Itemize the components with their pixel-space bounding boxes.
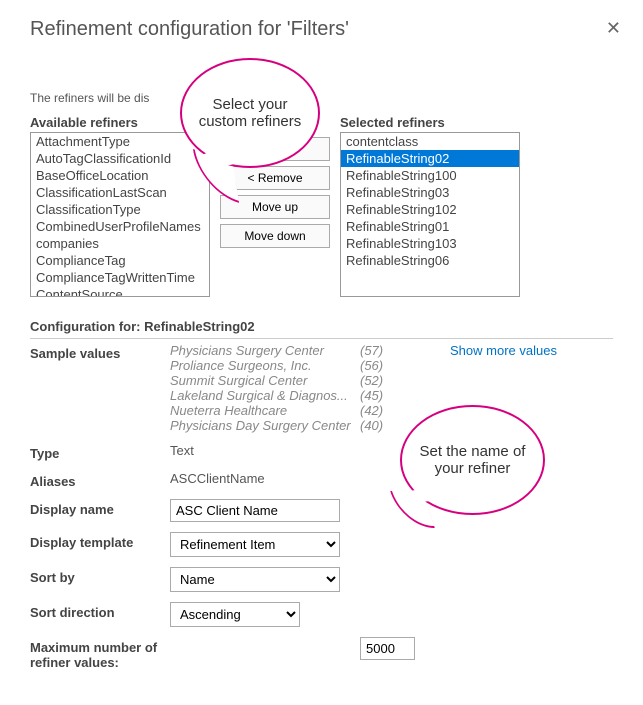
sample-value-count: (52) bbox=[360, 373, 390, 388]
display-template-row: Display template Refinement Item bbox=[30, 532, 613, 557]
sample-value-name: Lakeland Surgical & Diagnos... bbox=[170, 388, 350, 403]
available-refiner-option[interactable]: ComplianceTag bbox=[31, 252, 209, 269]
available-refiner-option[interactable]: CombinedUserProfileNames bbox=[31, 218, 209, 235]
display-template-select[interactable]: Refinement Item bbox=[170, 532, 340, 557]
available-refiner-option[interactable]: ClassificationLastScan bbox=[31, 184, 209, 201]
selected-refiners-label: Selected refiners bbox=[340, 115, 520, 130]
configuration-heading: Configuration for: RefinableString02 bbox=[30, 319, 613, 334]
available-refiner-option[interactable]: BaseOfficeLocation bbox=[31, 167, 209, 184]
type-value: Text bbox=[170, 443, 613, 458]
configuration-body: Sample values Physicians Surgery Center (… bbox=[30, 338, 613, 670]
sample-value-row: Nueterra Healthcare (42) bbox=[170, 403, 390, 418]
sort-direction-select[interactable]: Ascending bbox=[170, 602, 300, 627]
display-name-input[interactable] bbox=[170, 499, 340, 522]
sample-value-name: Physicians Day Surgery Center bbox=[170, 418, 350, 433]
sort-direction-row: Sort direction Ascending bbox=[30, 602, 613, 627]
selected-refiners-column: Selected refiners contentclassRefinableS… bbox=[340, 115, 520, 297]
display-template-label: Display template bbox=[30, 532, 170, 550]
selected-refiner-option[interactable]: contentclass bbox=[341, 133, 519, 150]
sample-value-row: Physicians Surgery Center (57) bbox=[170, 343, 390, 358]
sample-value-row: Physicians Day Surgery Center (40) bbox=[170, 418, 390, 433]
move-down-button[interactable]: Move down bbox=[220, 224, 330, 248]
available-refiner-option[interactable]: AttachmentType bbox=[31, 133, 209, 150]
display-name-row: Display name bbox=[30, 499, 613, 522]
selected-refiner-option[interactable]: RefinableString103 bbox=[341, 235, 519, 252]
max-refiner-values-input[interactable] bbox=[360, 637, 415, 660]
sample-values-content: Physicians Surgery Center(57)Proliance S… bbox=[170, 343, 613, 433]
selected-refiner-option[interactable]: RefinableString01 bbox=[341, 218, 519, 235]
sample-value-name: Physicians Surgery Center bbox=[170, 343, 350, 358]
config-heading-value: RefinableString02 bbox=[144, 319, 255, 334]
config-heading-prefix: Configuration for: bbox=[30, 319, 140, 334]
annotation-callout-select-refiners: Select your custom refiners bbox=[180, 58, 320, 168]
selected-refiners-listbox[interactable]: contentclassRefinableString02RefinableSt… bbox=[340, 132, 520, 297]
sample-value-count: (40) bbox=[360, 418, 390, 433]
sample-value-count: (57) bbox=[360, 343, 390, 358]
sample-value-count: (56) bbox=[360, 358, 390, 373]
available-refiners-column: Available refiners AttachmentTypeAutoTag… bbox=[30, 115, 210, 297]
sample-value-row: Lakeland Surgical & Diagnos... (45) bbox=[170, 388, 390, 403]
sample-value-row: Proliance Surgeons, Inc. (56) bbox=[170, 358, 390, 373]
sample-value-name: Proliance Surgeons, Inc. bbox=[170, 358, 350, 373]
sample-values-label: Sample values bbox=[30, 343, 170, 361]
selected-refiner-option[interactable]: RefinableString02 bbox=[341, 150, 519, 167]
sample-value-name: Summit Surgical Center bbox=[170, 373, 350, 388]
sample-value-count: (45) bbox=[360, 388, 390, 403]
selected-refiner-option[interactable]: RefinableString102 bbox=[341, 201, 519, 218]
selected-refiner-option[interactable]: RefinableString100 bbox=[341, 167, 519, 184]
max-refiner-values-label: Maximum number of refiner values: bbox=[30, 637, 210, 670]
display-name-label: Display name bbox=[30, 499, 170, 517]
available-refiner-option[interactable]: ClassificationType bbox=[31, 201, 209, 218]
sort-by-row: Sort by Name bbox=[30, 567, 613, 592]
aliases-label: Aliases bbox=[30, 471, 170, 489]
available-refiner-option[interactable]: companies bbox=[31, 235, 209, 252]
selected-refiner-option[interactable]: RefinableString06 bbox=[341, 252, 519, 269]
sample-values-table: Physicians Surgery Center(57)Proliance S… bbox=[170, 343, 390, 433]
available-refiner-option[interactable]: ContentSource bbox=[31, 286, 209, 297]
available-refiner-option[interactable]: ComplianceTagWrittenTime bbox=[31, 269, 209, 286]
available-refiner-option[interactable]: AutoTagClassificationId bbox=[31, 150, 209, 167]
sample-value-row: Summit Surgical Center (52) bbox=[170, 373, 390, 388]
annotation-tail-cover-2 bbox=[400, 490, 438, 502]
sort-by-select[interactable]: Name bbox=[170, 567, 340, 592]
sample-values-row: Sample values Physicians Surgery Center (… bbox=[30, 343, 613, 433]
sample-value-count: (42) bbox=[360, 403, 390, 418]
selected-refiner-option[interactable]: RefinableString03 bbox=[341, 184, 519, 201]
intro-text: The refiners will be dis bbox=[30, 91, 613, 105]
type-label: Type bbox=[30, 443, 170, 461]
sort-direction-label: Sort direction bbox=[30, 602, 170, 620]
aliases-value: ASCClientName bbox=[170, 471, 613, 486]
sample-value-name: Nueterra Healthcare bbox=[170, 403, 350, 418]
close-icon[interactable]: ✕ bbox=[606, 18, 621, 39]
dialog-title: Refinement configuration for 'Filters' bbox=[30, 18, 613, 41]
refiner-pickers: Available refiners AttachmentTypeAutoTag… bbox=[30, 115, 613, 297]
sort-by-label: Sort by bbox=[30, 567, 170, 585]
max-refiner-values-row: Maximum number of refiner values: bbox=[30, 637, 613, 670]
annotation-tail-cover-1 bbox=[198, 152, 240, 166]
available-refiners-listbox[interactable]: AttachmentTypeAutoTagClassificationIdBas… bbox=[30, 132, 210, 297]
